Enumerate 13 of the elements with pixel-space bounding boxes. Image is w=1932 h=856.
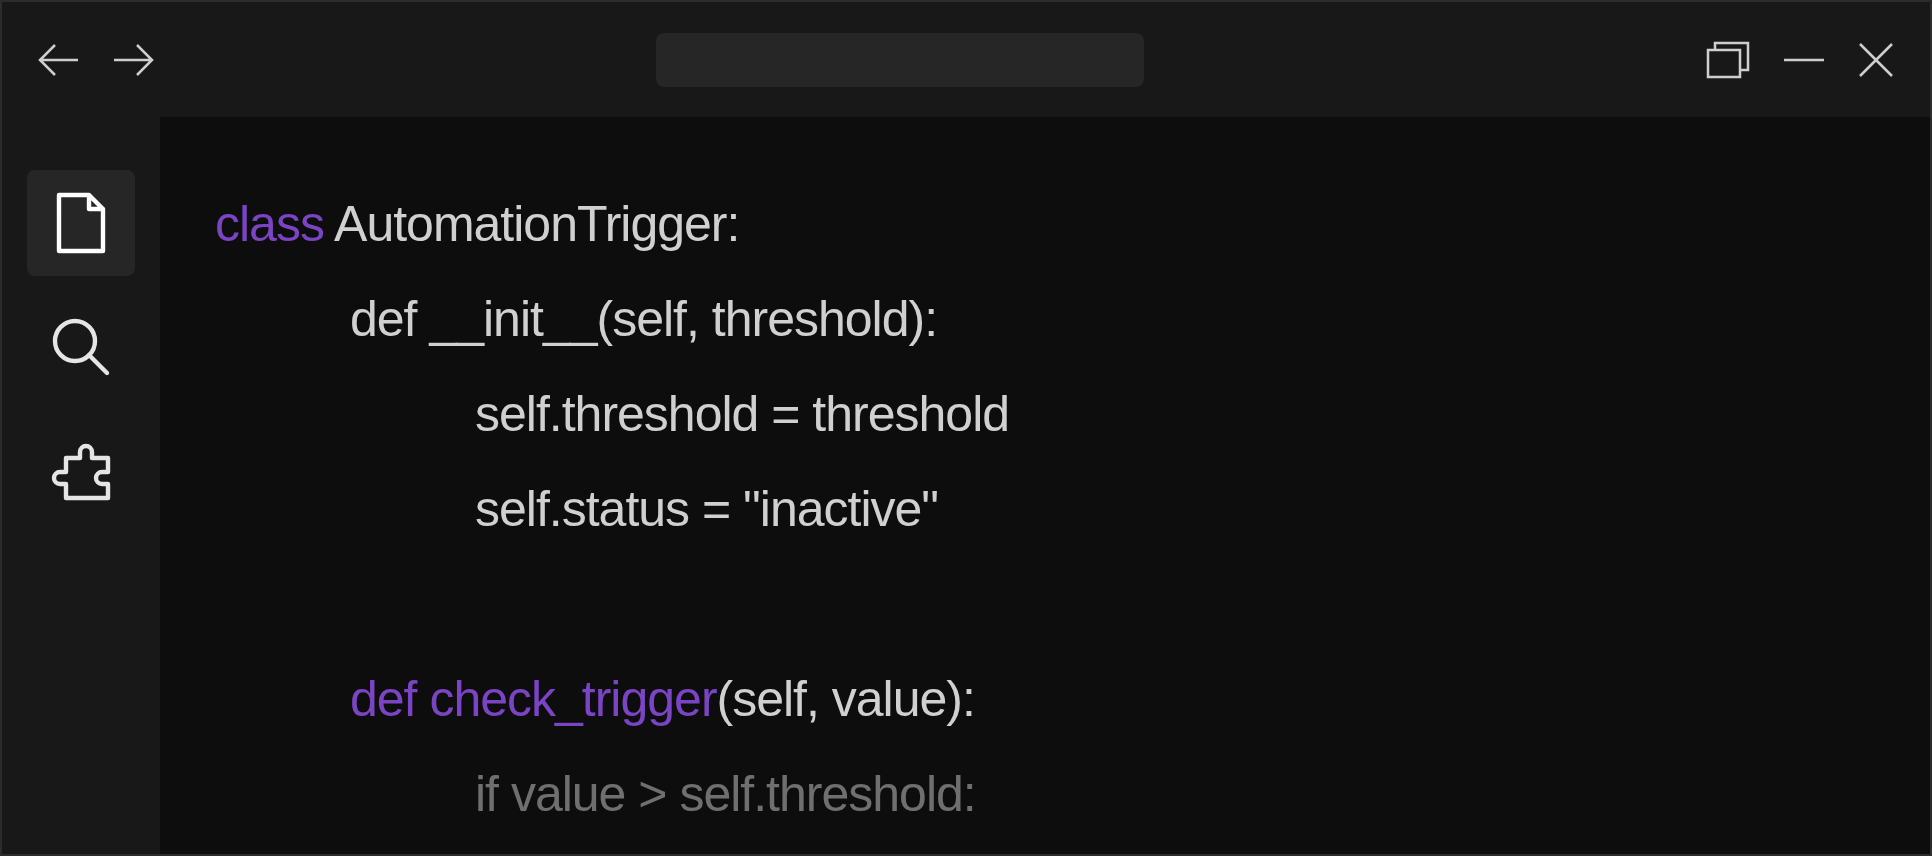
sidebar-item[interactable] bbox=[27, 170, 135, 276]
code-line: if value > self.threshold: bbox=[475, 765, 976, 824]
forward-arrow-icon[interactable] bbox=[112, 42, 154, 77]
close-icon[interactable] bbox=[1858, 41, 1894, 78]
restore-icon[interactable] bbox=[1706, 40, 1750, 79]
code-line: self.threshold = threshold bbox=[475, 385, 1010, 444]
code-line: def __init__(self, threshold): bbox=[350, 290, 938, 349]
code-line: def check_trigger(self, value): bbox=[350, 670, 975, 729]
minimize-icon[interactable] bbox=[1784, 57, 1824, 62]
back-arrow-icon[interactable] bbox=[38, 42, 80, 77]
code-line: class AutomationTrigger: bbox=[215, 195, 740, 254]
code-line: self.status = "inactive" bbox=[475, 480, 939, 539]
search-icon bbox=[51, 317, 111, 377]
